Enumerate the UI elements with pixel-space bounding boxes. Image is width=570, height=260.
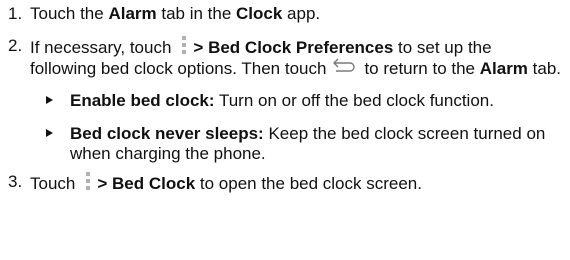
step-text: Touch the xyxy=(30,4,109,23)
option-term: Bed clock never sleeps: xyxy=(70,124,264,143)
bed-clock-term: > Bed Clock xyxy=(97,174,196,193)
step-number: 2. xyxy=(8,36,23,55)
step-3: 3. Touch > Bed Clock to open the bed cloc… xyxy=(8,172,562,194)
step-text: tab. xyxy=(527,59,562,78)
back-arrow-icon xyxy=(333,58,356,72)
triangle-bullet-icon xyxy=(46,129,53,137)
alarm-tab-term: Alarm xyxy=(479,59,528,78)
step-number: 3. xyxy=(8,172,23,191)
menu-dots-icon xyxy=(85,172,91,192)
instruction-document: 1. Touch the Alarm tab in the Clock app.… xyxy=(0,0,570,260)
menu-dots-icon xyxy=(181,36,187,56)
step-text: tab in the xyxy=(156,4,237,23)
step-text: to return to the xyxy=(364,59,480,78)
option-item: Bed clock never sleeps: Keep the bed clo… xyxy=(8,124,562,164)
step-2: 2. If necessary, touch > Bed Clock Prefer… xyxy=(8,36,562,79)
step-text: to open the bed clock screen. xyxy=(195,174,422,193)
option-item: Enable bed clock: Turn on or off the bed… xyxy=(8,91,562,111)
alarm-tab-term: Alarm xyxy=(108,4,157,23)
step-1: 1. Touch the Alarm tab in the Clock app. xyxy=(8,4,562,24)
step-text: Touch xyxy=(30,174,76,193)
step-number: 1. xyxy=(8,4,23,23)
triangle-bullet-icon xyxy=(46,96,53,104)
step-text: app. xyxy=(282,4,321,23)
option-description: Turn on or off the bed clock function. xyxy=(214,91,494,110)
bed-clock-preferences-term: > Bed Clock Preferences xyxy=(193,38,394,57)
option-term: Enable bed clock: xyxy=(70,91,215,110)
clock-app-term: Clock xyxy=(236,4,283,23)
step-text: If necessary, touch xyxy=(30,38,172,57)
